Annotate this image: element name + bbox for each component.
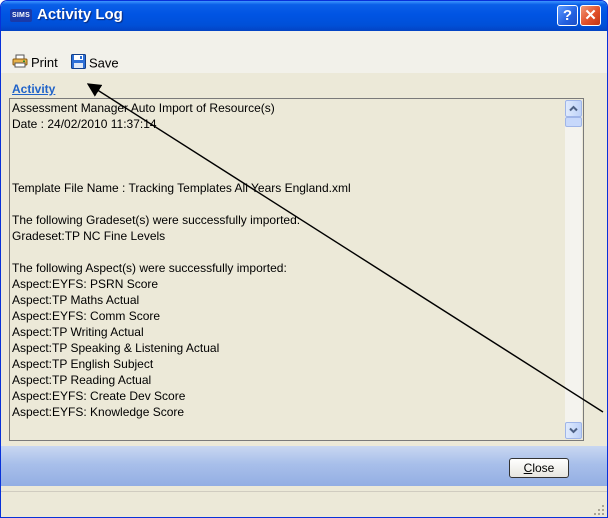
save-label: Save bbox=[89, 55, 119, 71]
chevron-up-icon bbox=[569, 105, 578, 112]
log-line: The following Aspect(s) were successfull… bbox=[12, 261, 287, 275]
title-bar[interactable]: SIMS Activity Log ? ✕ bbox=[1, 1, 607, 31]
close-icon: ✕ bbox=[584, 7, 597, 24]
help-button[interactable]: ? bbox=[557, 5, 578, 26]
section-label-activity: Activity bbox=[12, 82, 56, 96]
activity-log-window: SIMS Activity Log ? ✕ Print Save Activit… bbox=[0, 0, 608, 518]
scroll-up-button[interactable] bbox=[565, 100, 582, 117]
log-line: Template File Name : Tracking Templates … bbox=[12, 181, 351, 195]
log-line: Aspect:TP Writing Actual bbox=[12, 325, 144, 339]
vertical-scrollbar[interactable] bbox=[565, 100, 582, 439]
print-button[interactable]: Print bbox=[12, 54, 58, 72]
floppy-disk-icon bbox=[71, 54, 86, 74]
sims-logo-icon: SIMS bbox=[10, 9, 32, 22]
status-bar bbox=[1, 491, 607, 517]
log-line: Aspect:EYFS: Create Dev Score bbox=[12, 389, 186, 403]
log-line: The following Gradeset(s) were successfu… bbox=[12, 213, 301, 227]
print-label: Print bbox=[31, 55, 58, 70]
log-line: Gradeset:TP NC Fine Levels bbox=[12, 229, 166, 243]
log-line: Aspect:EYFS: PSRN Score bbox=[12, 277, 159, 291]
help-icon: ? bbox=[562, 7, 573, 24]
log-line: Aspect:TP Reading Actual bbox=[12, 373, 152, 387]
save-button[interactable]: Save bbox=[71, 54, 119, 72]
activity-log-textbox[interactable]: Assessment Manager Auto Import of Resour… bbox=[9, 98, 584, 441]
close-button-label: Close bbox=[523, 461, 555, 475]
printer-icon bbox=[12, 54, 28, 73]
close-window-button[interactable]: ✕ bbox=[580, 5, 601, 26]
log-line: Aspect:EYFS: Knowledge Score bbox=[12, 405, 185, 419]
scroll-thumb[interactable] bbox=[565, 117, 582, 127]
chevron-down-icon bbox=[569, 427, 578, 434]
toolbar: Print Save bbox=[1, 31, 607, 73]
log-line: Aspect:TP Speaking & Listening Actual bbox=[12, 341, 220, 355]
close-button[interactable]: Close bbox=[509, 458, 569, 478]
window-title: Activity Log bbox=[37, 6, 123, 23]
log-line: Aspect:TP Maths Actual bbox=[12, 293, 140, 307]
log-line: Aspect:TP English Subject bbox=[12, 357, 154, 371]
log-line: Assessment Manager Auto Import of Resour… bbox=[12, 101, 275, 115]
log-line: Date : 24/02/2010 11:37:14 bbox=[12, 117, 157, 131]
log-line: Aspect:EYFS: Comm Score bbox=[12, 309, 161, 323]
resize-grip-icon[interactable] bbox=[593, 504, 605, 516]
scroll-down-button[interactable] bbox=[565, 422, 582, 439]
log-content: Assessment Manager Auto Import of Resour… bbox=[12, 100, 564, 420]
